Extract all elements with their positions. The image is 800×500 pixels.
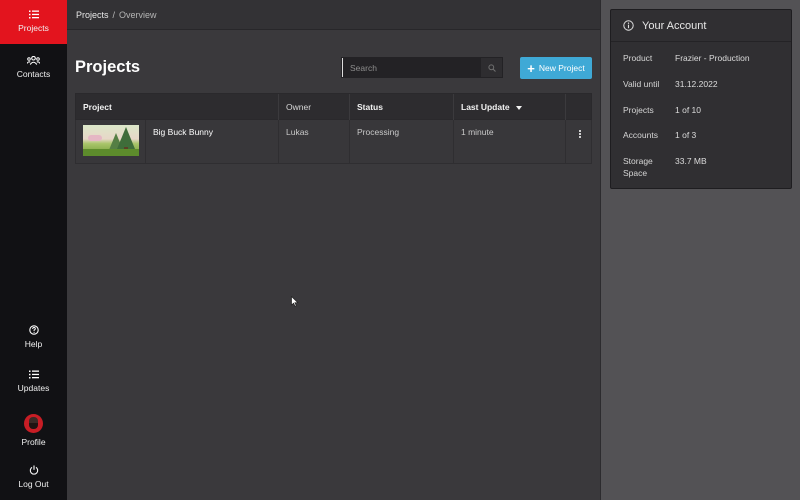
avatar (24, 414, 43, 433)
table-header: Project Owner Status Last Update (75, 93, 592, 120)
search-input[interactable] (342, 58, 482, 77)
account-key: Projects (623, 105, 654, 115)
project-thumbnail-cell (76, 120, 146, 163)
column-header-actions (566, 94, 593, 120)
help-icon (28, 325, 39, 335)
plus-icon: + (527, 60, 535, 76)
sidebar-item-label: Contacts (16, 69, 51, 79)
account-card-header: Your Account (611, 10, 791, 42)
search-box (341, 57, 503, 78)
breadcrumb-root[interactable]: Projects (76, 10, 109, 20)
account-value: 1 of 3 (675, 130, 697, 140)
account-value: Frazier - Production (675, 53, 750, 63)
right-panel: Your Account Product Frazier - Productio… (600, 0, 800, 500)
breadcrumb: Projects / Overview (76, 10, 157, 20)
project-owner: Lukas (279, 120, 350, 163)
breadcrumb-current: Overview (119, 10, 157, 20)
project-status: Processing (350, 120, 454, 163)
mouse-cursor-icon (291, 296, 299, 307)
page-title: Projects (75, 58, 141, 76)
search-icon (487, 63, 496, 72)
sidebar: Projects Contacts Help Updates Profile L… (0, 0, 67, 500)
sidebar-item-label: Log Out (18, 479, 49, 489)
column-header-label: Last Update (461, 102, 510, 112)
sidebar-item-label: Projects (18, 23, 49, 33)
power-icon (29, 465, 38, 475)
new-project-button[interactable]: + New Project (520, 57, 592, 79)
sort-desc-icon (515, 105, 522, 110)
sidebar-item-contacts[interactable]: Contacts (0, 50, 67, 90)
projects-table: Project Owner Status Last Update Big Buc… (75, 93, 592, 164)
column-header-status[interactable]: Status (350, 94, 454, 120)
project-name[interactable]: Big Buck Bunny (146, 120, 279, 163)
account-card: Your Account Product Frazier - Productio… (610, 9, 792, 189)
account-value: 33.7 MB (675, 156, 707, 166)
row-actions-cell (566, 120, 593, 163)
column-header-last-update[interactable]: Last Update (454, 94, 566, 120)
project-last-update: 1 minute (454, 120, 566, 163)
account-key: Storage Space (623, 156, 653, 178)
account-card-title: Your Account (642, 19, 707, 32)
sidebar-item-help[interactable]: Help (0, 323, 67, 363)
sidebar-item-logout[interactable]: Log Out (0, 463, 67, 500)
account-key: Valid until (623, 79, 660, 89)
topbar: Projects / Overview (67, 0, 600, 30)
sidebar-item-label: Help (24, 339, 43, 349)
account-key: Product (623, 53, 653, 63)
account-value: 31.12.2022 (675, 79, 718, 89)
project-thumbnail[interactable] (83, 125, 139, 156)
account-value: 1 of 10 (675, 105, 701, 115)
new-project-label: New Project (538, 63, 585, 73)
column-header-project[interactable]: Project (76, 94, 279, 120)
sidebar-item-updates[interactable]: Updates (0, 368, 67, 408)
account-key: Accounts (623, 130, 658, 140)
sidebar-item-projects[interactable]: Projects (0, 0, 67, 44)
sidebar-item-label: Updates (17, 383, 50, 393)
main-content: Projects + New Project Project Owner Sta… (67, 31, 600, 500)
info-icon (623, 20, 634, 31)
contacts-icon (27, 56, 40, 65)
list-icon (28, 10, 39, 19)
sidebar-item-label: Profile (21, 437, 46, 447)
column-header-owner[interactable]: Owner (279, 94, 350, 120)
breadcrumb-separator: / (112, 10, 116, 20)
sidebar-item-profile[interactable]: Profile (0, 412, 67, 462)
search-button[interactable] (481, 58, 502, 77)
table-row[interactable]: Big Buck Bunny Lukas Processing 1 minute (75, 120, 592, 164)
updates-list-icon (28, 370, 39, 379)
more-vertical-icon[interactable] (578, 130, 581, 163)
